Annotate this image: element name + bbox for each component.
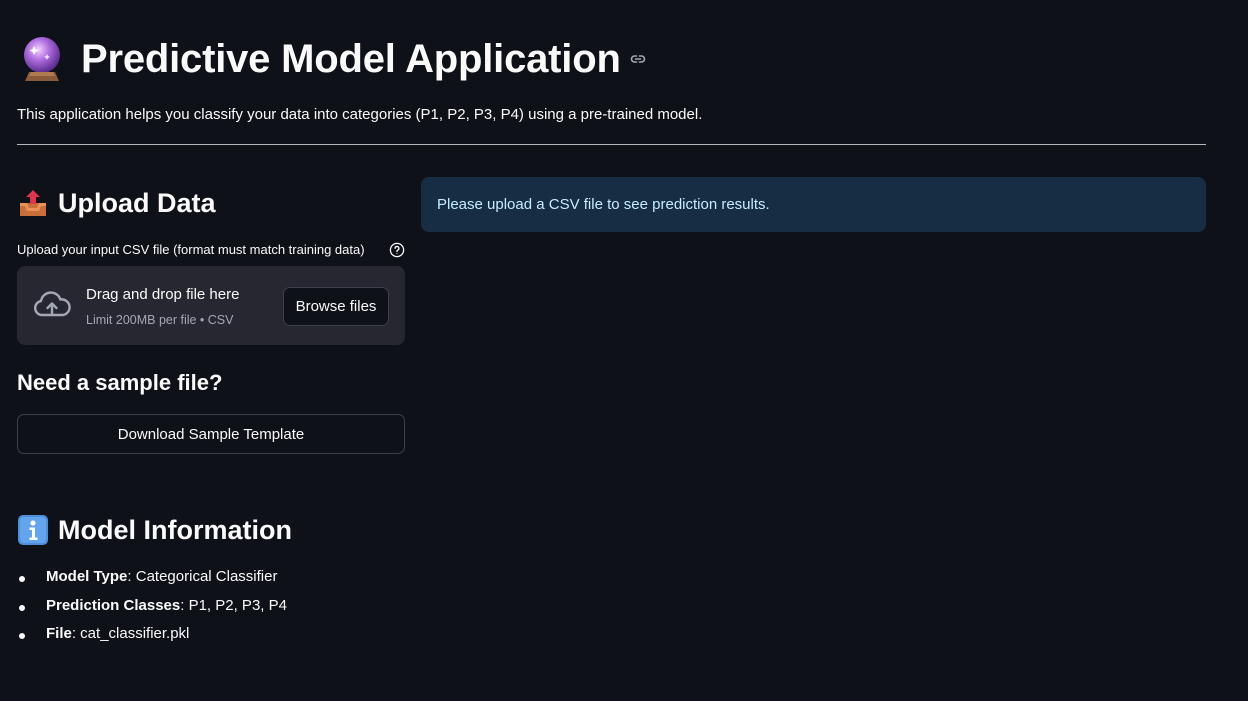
app-page: Predictive Model Application This applic… <box>0 0 1248 701</box>
page-subtitle: This application helps you classify your… <box>17 106 703 123</box>
dropzone-limit: Limit 200MB per file • CSV <box>86 313 234 327</box>
model-info-list: Model Type: Categorical Classifier Predi… <box>17 568 287 654</box>
info-value: : cat_classifier.pkl <box>71 625 190 642</box>
upload-label: Upload your input CSV file (format must … <box>17 242 365 257</box>
bullet <box>19 576 25 582</box>
info-value: : Categorical Classifier <box>127 568 278 585</box>
info-key: File <box>46 625 72 642</box>
model-info-heading: Model Information <box>17 514 292 546</box>
info-value: : P1, P2, P3, P4 <box>180 596 287 614</box>
dropzone-title: Drag and drop file here <box>86 286 240 303</box>
link-icon[interactable] <box>629 50 647 68</box>
cloud-upload-icon <box>33 290 71 320</box>
upload-heading: Upload Data <box>17 187 216 219</box>
list-item: Prediction Classes: P1, P2, P3, P4 <box>17 597 287 626</box>
info-alert: Please upload a CSV file to see predicti… <box>421 177 1206 232</box>
bullet <box>19 604 25 611</box>
info-key: Model Type <box>46 568 128 585</box>
outbox-tray-icon <box>17 187 49 219</box>
info-key: Prediction Classes <box>46 596 181 614</box>
page-title: Predictive Model Application <box>81 36 621 81</box>
alert-text: Please upload a CSV file to see predicti… <box>437 196 770 213</box>
info-icon <box>17 514 49 546</box>
bullet <box>19 633 25 639</box>
divider <box>17 144 1206 145</box>
help-icon[interactable] <box>389 242 405 258</box>
list-item: File: cat_classifier.pkl <box>17 625 287 654</box>
download-sample-button[interactable]: Download Sample Template <box>17 414 405 454</box>
model-info-heading-text: Model Information <box>58 514 292 545</box>
upload-heading-text: Upload Data <box>58 187 216 218</box>
file-dropzone[interactable]: Drag and drop file here Limit 200MB per … <box>17 266 405 345</box>
sample-heading: Need a sample file? <box>17 370 223 395</box>
list-item: Model Type: Categorical Classifier <box>17 568 287 597</box>
browse-files-button[interactable]: Browse files <box>283 287 389 326</box>
page-header: Predictive Model Application <box>17 34 647 84</box>
crystal-ball-icon <box>17 34 67 84</box>
